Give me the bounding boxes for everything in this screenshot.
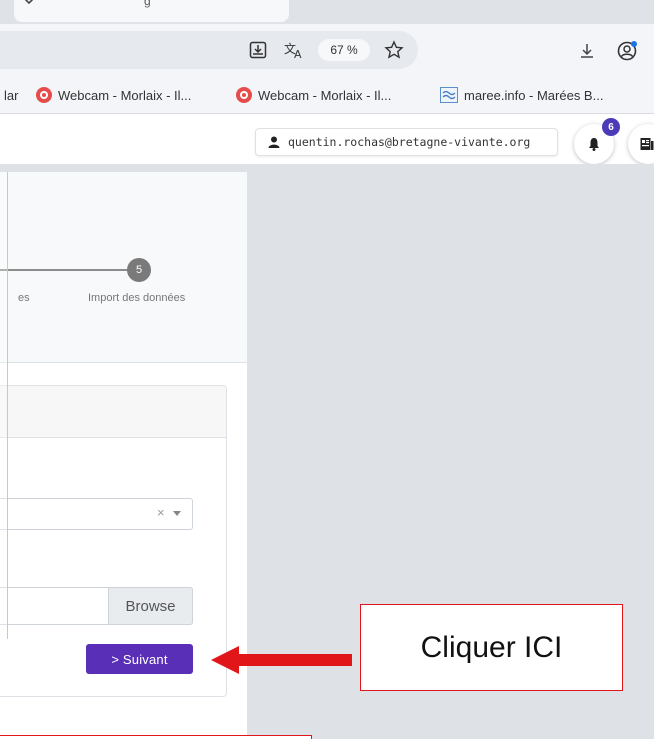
zoom-level-chip[interactable]: 67 %	[318, 39, 370, 61]
card-header	[0, 386, 226, 438]
address-bar[interactable]: 文A 67 %	[0, 31, 418, 69]
newspaper-icon	[640, 138, 654, 150]
app-header: quentin.rochas@bretagne-vivante.org 6	[0, 114, 654, 164]
browser-tab[interactable]: g	[14, 0, 289, 22]
user-icon	[268, 136, 280, 148]
profile-icon[interactable]	[616, 40, 638, 62]
install-app-icon[interactable]	[248, 40, 268, 60]
user-email: quentin.rochas@bretagne-vivante.org	[288, 135, 531, 149]
step-5-indicator[interactable]: 5	[127, 258, 151, 282]
source-select[interactable]: ×	[0, 498, 193, 530]
bookmark-label: lar	[4, 87, 19, 103]
chevron-down-icon	[24, 0, 34, 5]
import-panel: 5 es Import des données × Browse > Suiva…	[0, 172, 247, 739]
webcam-favicon-icon	[36, 87, 52, 103]
svg-text:A: A	[294, 48, 302, 59]
browse-button[interactable]: Browse	[108, 587, 193, 625]
maree-favicon-icon	[440, 87, 458, 103]
bookmark-item[interactable]: maree.info - Marées B...	[440, 86, 603, 104]
import-stepper: 5 es Import des données	[0, 172, 247, 363]
bookmark-label: maree.info - Marées B...	[464, 87, 604, 103]
bookmarks-bar: lar Webcam - Morlaix - Il... Webcam - Mo…	[0, 76, 654, 114]
stepper-connector	[0, 269, 128, 271]
tab-title: g	[144, 0, 151, 8]
bell-icon	[589, 138, 599, 151]
overlay-menu-edge	[0, 172, 8, 639]
import-form-card: × Browse > Suivant	[0, 385, 227, 697]
user-account-button[interactable]: quentin.rochas@bretagne-vivante.org	[255, 128, 558, 156]
bookmark-item[interactable]: Webcam - Morlaix - Il...	[36, 86, 191, 104]
clear-selection-icon[interactable]: ×	[157, 505, 165, 520]
red-arrow-icon	[211, 646, 352, 674]
step-5-label: Import des données	[88, 292, 186, 304]
bookmark-label: Webcam - Morlaix - Il...	[258, 87, 392, 103]
step-4-label: es	[18, 292, 30, 304]
annotation-box-edge	[0, 735, 312, 739]
star-bookmark-icon[interactable]	[384, 40, 404, 60]
browser-toolbar: 文A 67 %	[0, 24, 654, 76]
bookmark-label: Webcam - Morlaix - Il...	[58, 87, 192, 103]
documents-button[interactable]	[628, 124, 654, 164]
bookmark-item[interactable]: Webcam - Morlaix - Il...	[236, 86, 391, 104]
translate-icon[interactable]: 文A	[284, 40, 304, 60]
annotation-callout: Cliquer ICI	[360, 604, 623, 691]
webcam-favicon-icon	[236, 87, 252, 103]
download-icon[interactable]	[576, 40, 598, 62]
next-button[interactable]: > Suivant	[86, 644, 193, 674]
notification-count-badge: 6	[602, 118, 620, 136]
caret-down-icon	[173, 511, 181, 516]
bookmark-item[interactable]: lar	[4, 86, 18, 104]
browser-tab-strip: g	[0, 0, 654, 24]
